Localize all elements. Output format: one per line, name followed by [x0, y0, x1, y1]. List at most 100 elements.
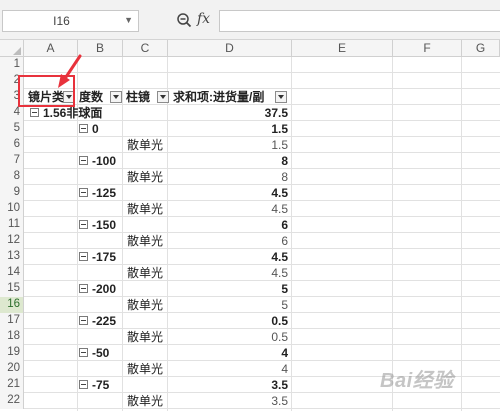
sheet-row[interactable]: 16 散单光 5 — [0, 297, 500, 313]
sheet-row[interactable]: 4 1.56非球面 37.5 — [0, 105, 500, 121]
sheet-row[interactable]: 19 -50 4 — [0, 345, 500, 361]
collapse-group-icon[interactable] — [79, 348, 88, 357]
pivot-degree-label: -75 — [92, 378, 110, 392]
row-header[interactable]: 11 — [0, 217, 24, 233]
collapse-group-icon[interactable] — [79, 284, 88, 293]
row-header[interactable]: 14 — [0, 265, 24, 281]
row-header[interactable]: 7 — [0, 153, 24, 169]
pivot-degree-label: -150 — [92, 218, 117, 232]
sheet-row[interactable]: 3 镜片类 度数 柱镜 求和项:进货量/副 — [0, 89, 500, 105]
row-header[interactable]: 8 — [0, 169, 24, 185]
column-header-d[interactable]: D — [168, 40, 292, 57]
pivot-cylinder-item: 散单光 — [127, 362, 164, 376]
row-header[interactable]: 12 — [0, 233, 24, 249]
row-header[interactable]: 18 — [0, 329, 24, 345]
collapse-group-icon[interactable] — [79, 252, 88, 261]
formula-toolbar: I16 ▼ fx — [0, 0, 500, 40]
sheet-row[interactable]: 18 散单光 0.5 — [0, 329, 500, 345]
sheet-row[interactable]: 17 -225 0.5 — [0, 313, 500, 329]
pivot-cylinder-item: 散单光 — [127, 266, 164, 280]
pivot-degree-subtotal: 0.5 — [271, 314, 288, 328]
collapse-group-icon[interactable] — [79, 124, 88, 133]
row-header[interactable]: 1 — [0, 57, 24, 73]
pivot-degree-subtotal: 4.5 — [271, 186, 288, 200]
sheet-row[interactable]: 8 散单光 8 — [0, 169, 500, 185]
collapse-group-icon[interactable] — [79, 380, 88, 389]
row-header[interactable]: 21 — [0, 377, 24, 393]
degree-filter-dropdown-icon[interactable] — [110, 91, 122, 103]
row-header[interactable]: 17 — [0, 313, 24, 329]
pivot-degree-label: -100 — [92, 154, 117, 168]
collapse-group-icon[interactable] — [79, 316, 88, 325]
row-header[interactable]: 20 — [0, 361, 24, 377]
name-box[interactable]: I16 ▼ — [2, 10, 139, 32]
row-header[interactable]: 5 — [0, 121, 24, 137]
sheet-row[interactable]: 15 -200 5 — [0, 281, 500, 297]
pivot-degree-label: -200 — [92, 282, 117, 296]
pivot-item-value: 3.5 — [271, 394, 288, 408]
formula-input[interactable] — [219, 10, 500, 32]
sheet-row[interactable]: 7 -100 8 — [0, 153, 500, 169]
collapse-group-icon[interactable] — [79, 156, 88, 165]
column-header-e[interactable]: E — [292, 40, 393, 57]
pivot-cylinder-item: 散单光 — [127, 330, 164, 344]
pivot-cylinder-item: 散单光 — [127, 202, 164, 216]
pivot-degree-subtotal: 6 — [281, 218, 288, 232]
row-header[interactable]: 16 — [0, 297, 24, 313]
sheet-row[interactable]: 9 -125 4.5 — [0, 185, 500, 201]
pivot-cylinder-item: 散单光 — [127, 394, 164, 408]
collapse-group-icon[interactable] — [30, 108, 39, 117]
pivot-degree-subtotal: 8 — [281, 154, 288, 168]
spreadsheet-grid[interactable]: ABCDEFG 1 2 3 镜片类 度数 柱镜 求和项:进货量/副 4 1.56非球面 37.5 5… — [0, 40, 500, 411]
sheet-row[interactable]: 12 散单光 6 — [0, 233, 500, 249]
select-all-corner[interactable] — [0, 40, 24, 57]
pivot-item-value: 4.5 — [271, 202, 288, 216]
pivot-item-value: 8 — [281, 170, 288, 184]
pivot-header-degree: 度数 — [79, 90, 104, 104]
pivot-degree-subtotal: 4 — [281, 346, 288, 360]
sum-filter-dropdown-icon[interactable] — [275, 91, 287, 103]
pivot-item-value: 5 — [281, 298, 288, 312]
column-header-f[interactable]: F — [393, 40, 462, 57]
sheet-row[interactable]: 13 -175 4.5 — [0, 249, 500, 265]
sheet-row[interactable]: 14 散单光 4.5 — [0, 265, 500, 281]
pivot-degree-label: -175 — [92, 250, 117, 264]
row-header[interactable]: 13 — [0, 249, 24, 265]
red-arrow-annotation — [58, 54, 82, 88]
row-header[interactable]: 19 — [0, 345, 24, 361]
cylinder-filter-dropdown-icon[interactable] — [157, 91, 169, 103]
sheet-row[interactable]: 11 -150 6 — [0, 217, 500, 233]
pivot-degree-label: -225 — [92, 314, 117, 328]
row-header[interactable]: 4 — [0, 105, 24, 121]
pivot-item-value: 6 — [281, 234, 288, 248]
name-box-value: I16 — [53, 14, 70, 28]
sheet-row[interactable]: 10 散单光 4.5 — [0, 201, 500, 217]
pivot-degree-subtotal: 5 — [281, 282, 288, 296]
collapse-group-icon[interactable] — [79, 220, 88, 229]
column-header-g[interactable]: G — [462, 40, 500, 57]
sheet-row[interactable]: 22 散单光 3.5 — [0, 393, 500, 409]
watermark: Bai经验 — [380, 370, 454, 392]
pivot-cylinder-item: 散单光 — [127, 298, 164, 312]
pivot-cylinder-item: 散单光 — [127, 170, 164, 184]
row-header[interactable]: 10 — [0, 201, 24, 217]
collapse-group-icon[interactable] — [79, 188, 88, 197]
row-header[interactable]: 6 — [0, 137, 24, 153]
zoom-out-icon[interactable] — [176, 12, 192, 28]
sheet-row[interactable]: 5 0 1.5 — [0, 121, 500, 137]
pivot-degree-subtotal: 3.5 — [271, 378, 288, 392]
fx-icon[interactable]: fx — [197, 11, 210, 27]
sheet-row[interactable]: 6 散单光 1.5 — [0, 137, 500, 153]
pivot-cylinder-item: 散单光 — [127, 234, 164, 248]
pivot-degree-label: -125 — [92, 186, 117, 200]
pivot-group-total: 37.5 — [264, 106, 288, 120]
pivot-degree-label: -50 — [92, 346, 110, 360]
row-header[interactable]: 22 — [0, 393, 24, 409]
pivot-header-cylinder: 柱镜 — [126, 90, 151, 104]
column-header-c[interactable]: C — [123, 40, 168, 57]
pivot-item-value: 0.5 — [271, 330, 288, 344]
pivot-item-value: 4.5 — [271, 266, 288, 280]
row-header[interactable]: 9 — [0, 185, 24, 201]
row-header[interactable]: 15 — [0, 281, 24, 297]
chevron-down-icon[interactable]: ▼ — [124, 15, 133, 25]
